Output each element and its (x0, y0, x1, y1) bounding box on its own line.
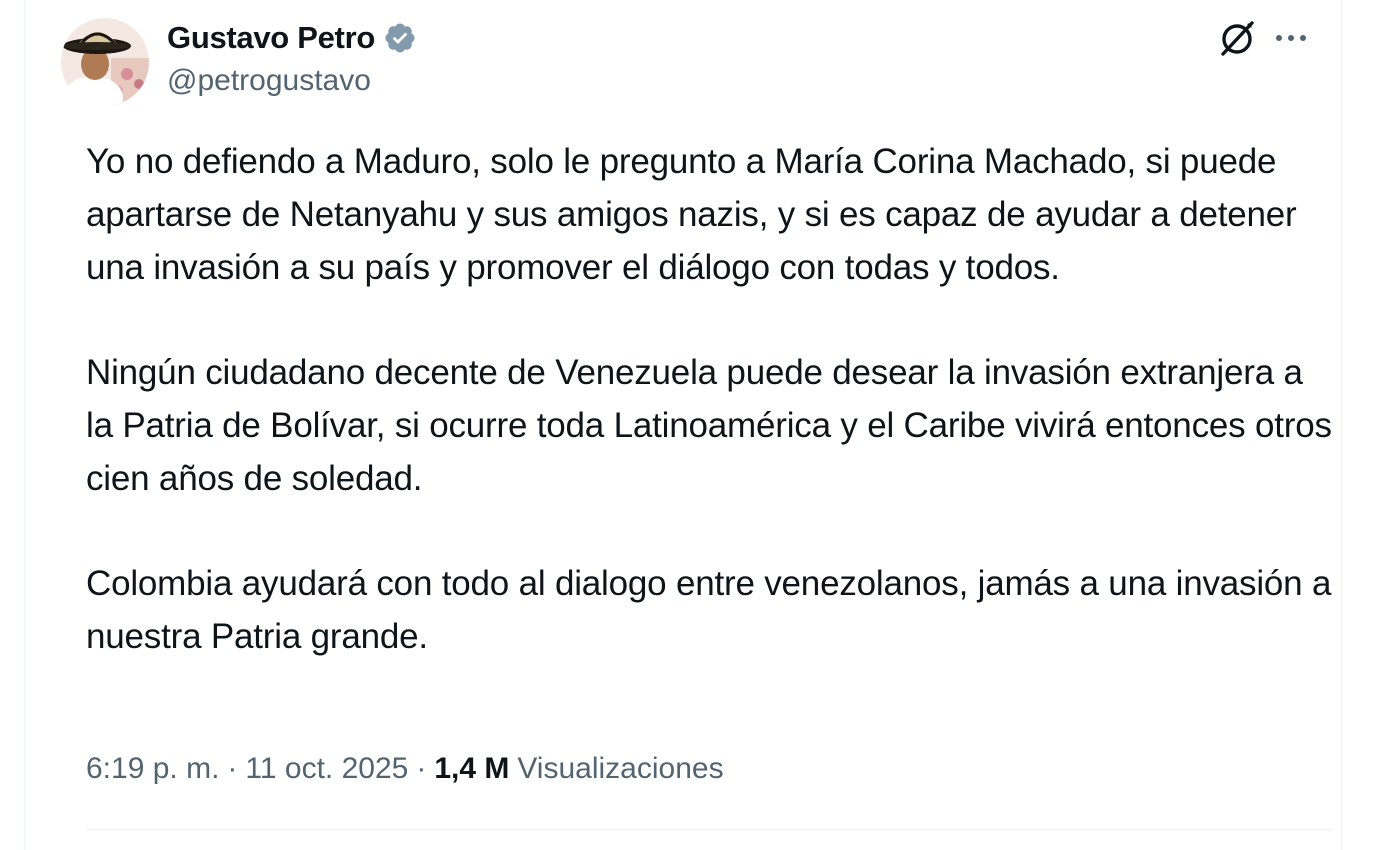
tweet-body: Yo no defiendo a Maduro, solo le pregunt… (86, 135, 1336, 663)
meta-separator: · (416, 752, 427, 785)
views-count: 1,4 M (434, 752, 510, 785)
author-info: Gustavo Petro @petrogustavo (167, 18, 417, 98)
tweet-container: Gustavo Petro @petrogustavo Yo no defien… (24, 0, 1342, 850)
tweet-paragraph-3: Colombia ayudará con todo al dialogo ent… (86, 564, 1332, 656)
tweet-paragraph-1: Yo no defiendo a Maduro, solo le pregunt… (86, 142, 1297, 287)
tweet-header: Gustavo Petro @petrogustavo (61, 18, 1311, 108)
display-name[interactable]: Gustavo Petro (167, 20, 375, 56)
name-row: Gustavo Petro (167, 18, 417, 58)
meta-separator: · (227, 752, 238, 785)
views-label: Visualizaciones (517, 752, 724, 785)
tweet-paragraph-2: Ningún ciudadano decente de Venezuela pu… (86, 353, 1332, 498)
tweet-meta: 6:19 p. m. · 11 oct. 2025 · 1,4 M Visual… (86, 752, 724, 786)
tweet-date[interactable]: 11 oct. 2025 (245, 752, 408, 786)
more-options-icon[interactable] (1271, 18, 1311, 58)
avatar-image (61, 18, 149, 106)
tweet-time[interactable]: 6:19 p. m. (86, 752, 219, 786)
grok-icon[interactable] (1217, 18, 1257, 58)
author-handle[interactable]: @petrogustavo (167, 64, 417, 98)
divider (86, 829, 1332, 830)
verified-badge-icon[interactable] (383, 21, 417, 55)
avatar[interactable] (61, 18, 149, 106)
